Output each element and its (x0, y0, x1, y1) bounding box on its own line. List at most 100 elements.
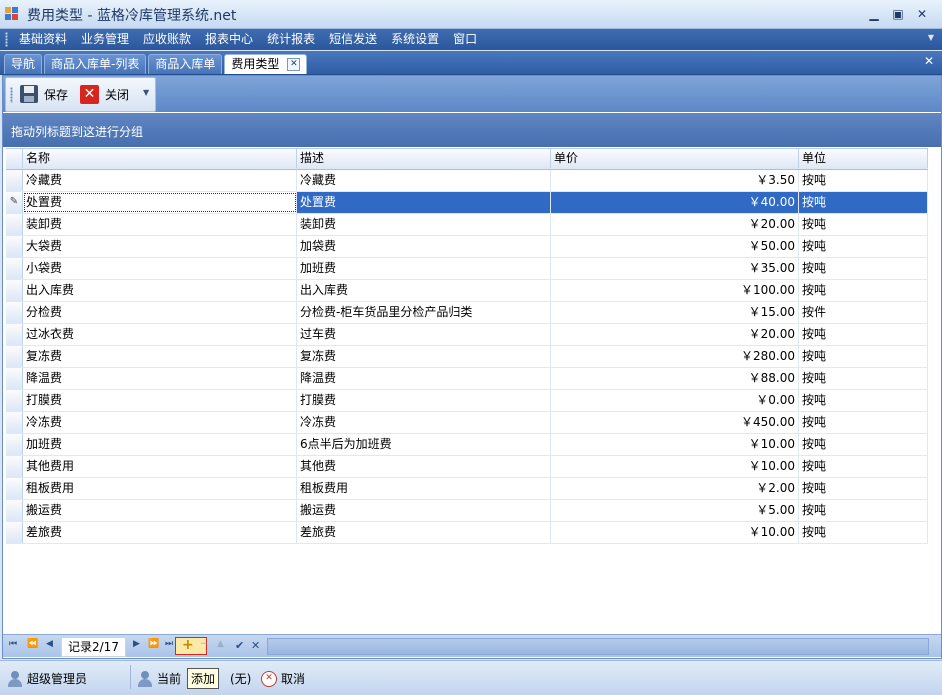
tab-inbound-list[interactable]: 商品入库单-列表 (44, 54, 147, 74)
row-indicator[interactable] (6, 500, 23, 521)
cell-price[interactable]: ￥20.00 (551, 324, 799, 345)
cell-description[interactable]: 加袋费 (297, 236, 551, 257)
cell-name[interactable]: 冷藏费 (23, 170, 297, 191)
tab-navigation[interactable]: 导航 (4, 54, 43, 74)
cell-unit[interactable]: 按吨 (799, 522, 928, 543)
cell-unit[interactable]: 按吨 (799, 214, 928, 235)
toolbar-dropdown-icon[interactable]: ▼ (143, 88, 149, 97)
row-indicator[interactable] (6, 390, 23, 411)
table-row[interactable]: 搬运费 搬运费 ￥5.00 按吨 (6, 500, 928, 522)
cell-name[interactable]: 装卸费 (23, 214, 297, 235)
cell-name[interactable]: 分检费 (23, 302, 297, 323)
table-row[interactable]: 装卸费 装卸费 ￥20.00 按吨 (6, 214, 928, 236)
table-row[interactable]: 冷冻费 冷冻费 ￥450.00 按吨 (6, 412, 928, 434)
table-row[interactable]: 复冻费 复冻费 ￥280.00 按吨 (6, 346, 928, 368)
close-button[interactable]: ✕ 关闭 (80, 83, 129, 105)
menu-report-center[interactable]: 报表中心 (198, 29, 260, 50)
cell-name[interactable]: 过冰衣费 (23, 324, 297, 345)
menu-window[interactable]: 窗口 (446, 29, 484, 50)
cell-unit[interactable]: 按吨 (799, 346, 928, 367)
table-row[interactable]: 租板费用 租板费用 ￥2.00 按吨 (6, 478, 928, 500)
edit-record-icon[interactable]: ▲ (217, 639, 224, 649)
cell-description[interactable]: 分检费-柜车货品里分检产品归类 (297, 302, 551, 323)
cell-unit[interactable]: 按吨 (799, 456, 928, 477)
menu-basic-data[interactable]: 基础资料 (12, 29, 74, 50)
window-close-button[interactable]: ✕ (912, 5, 932, 23)
cell-description[interactable]: 6点半后为加班费 (297, 434, 551, 455)
table-row[interactable]: 小袋费 加班费 ￥35.00 按吨 (6, 258, 928, 280)
cell-unit[interactable]: 按吨 (799, 500, 928, 521)
column-header-unit[interactable]: 单位 (799, 149, 928, 168)
cell-price[interactable]: ￥10.00 (551, 456, 799, 477)
tab-fee-types[interactable]: 费用类型 ✕ (224, 54, 308, 74)
row-indicator[interactable] (6, 456, 23, 477)
column-header-description[interactable]: 描述 (297, 149, 551, 168)
cell-price[interactable]: ￥50.00 (551, 236, 799, 257)
cell-description[interactable]: 装卸费 (297, 214, 551, 235)
first-record-icon[interactable]: ⏮ (9, 639, 17, 649)
cell-unit[interactable]: 按吨 (799, 280, 928, 301)
cell-description[interactable]: 过车费 (297, 324, 551, 345)
cell-name[interactable]: 冷冻费 (23, 412, 297, 433)
cell-price[interactable]: ￥2.00 (551, 478, 799, 499)
row-indicator[interactable] (6, 478, 23, 499)
cell-name[interactable]: 打膜费 (23, 390, 297, 411)
table-row[interactable]: 冷藏费 冷藏费 ￥3.50 按吨 (6, 170, 928, 192)
cell-unit[interactable]: 按吨 (799, 324, 928, 345)
cell-description[interactable]: 出入库费 (297, 280, 551, 301)
cell-name[interactable]: 大袋费 (23, 236, 297, 257)
row-indicator[interactable] (6, 412, 23, 433)
cell-unit[interactable]: 按吨 (799, 170, 928, 191)
cell-description[interactable]: 差旅费 (297, 522, 551, 543)
cell-description[interactable]: 复冻费 (297, 346, 551, 367)
cell-name[interactable]: 加班费 (23, 434, 297, 455)
row-indicator[interactable] (6, 324, 23, 345)
editing-pencil-icon[interactable]: ✎ (6, 192, 23, 213)
tab-inbound-form[interactable]: 商品入库单 (148, 54, 223, 74)
cell-name[interactable]: 租板费用 (23, 478, 297, 499)
cell-price[interactable]: ￥10.00 (551, 434, 799, 455)
cell-description[interactable]: 打膜费 (297, 390, 551, 411)
row-indicator[interactable] (6, 346, 23, 367)
menu-overflow-icon[interactable]: ▼ (928, 33, 934, 42)
cell-name[interactable]: 其他费用 (23, 456, 297, 477)
save-button[interactable]: 保存 (20, 83, 68, 105)
close-all-icon[interactable]: ✕ (924, 54, 934, 68)
row-indicator[interactable] (6, 302, 23, 323)
row-indicator[interactable] (6, 368, 23, 389)
prev-page-icon[interactable]: ⏪ (27, 639, 38, 649)
menu-receivables[interactable]: 应收账款 (136, 29, 198, 50)
cell-description[interactable]: 冷冻费 (297, 412, 551, 433)
cell-description[interactable]: 加班费 (297, 258, 551, 279)
cancel-button[interactable]: ✕ 取消 (261, 670, 305, 687)
cell-price[interactable]: ￥5.00 (551, 500, 799, 521)
row-indicator[interactable] (6, 258, 23, 279)
table-row[interactable]: 打膜费 打膜费 ￥0.00 按吨 (6, 390, 928, 412)
cell-unit[interactable]: 按件 (799, 302, 928, 323)
cell-name[interactable]: 搬运费 (23, 500, 297, 521)
end-edit-icon[interactable]: ✔ (235, 639, 244, 652)
cell-price[interactable]: ￥0.00 (551, 390, 799, 411)
cell-unit[interactable]: 按吨 (799, 368, 928, 389)
cell-price[interactable]: ￥10.00 (551, 522, 799, 543)
table-row[interactable]: 大袋费 加袋费 ￥50.00 按吨 (6, 236, 928, 258)
cell-price[interactable]: ￥35.00 (551, 258, 799, 279)
menu-business[interactable]: 业务管理 (74, 29, 136, 50)
cell-unit[interactable]: 按吨 (799, 390, 928, 411)
cell-description[interactable]: 降温费 (297, 368, 551, 389)
cell-unit[interactable]: 按吨 (799, 236, 928, 257)
cell-name[interactable]: 小袋费 (23, 258, 297, 279)
column-header-name[interactable]: 名称 (23, 149, 297, 168)
table-row[interactable]: 出入库费 出入库费 ￥100.00 按吨 (6, 280, 928, 302)
cell-price[interactable]: ￥20.00 (551, 214, 799, 235)
row-indicator[interactable] (6, 236, 23, 257)
table-row[interactable]: 过冰衣费 过车费 ￥20.00 按吨 (6, 324, 928, 346)
cell-name[interactable]: 复冻费 (23, 346, 297, 367)
cell-unit[interactable]: 按吨 (799, 412, 928, 433)
cell-name[interactable]: 出入库费 (23, 280, 297, 301)
table-row[interactable]: 降温费 降温费 ￥88.00 按吨 (6, 368, 928, 390)
table-row[interactable]: ✎ 处置费 处置费 ￥40.00 按吨 (6, 192, 928, 214)
row-indicator[interactable] (6, 214, 23, 235)
cell-description[interactable]: 其他费 (297, 456, 551, 477)
cell-description[interactable]: 搬运费 (297, 500, 551, 521)
